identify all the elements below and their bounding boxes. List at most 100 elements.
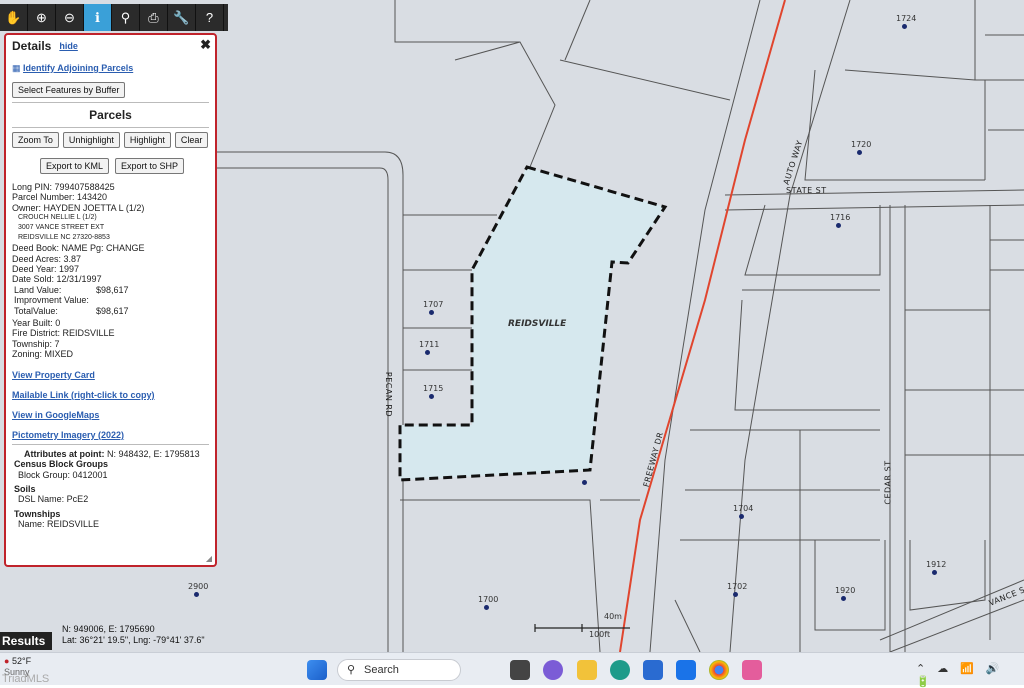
chat-icon[interactable] (543, 660, 563, 680)
parcel-marker[interactable] (902, 24, 907, 29)
parcel-number: Parcel Number: 143420 (12, 192, 108, 203)
pictometry-link[interactable]: Pictometry Imagery (2022) (12, 430, 209, 440)
taskbar: ● 52°F Sunny TriadMLS ⚲ Search ⌃☁📶🔊🔋 (0, 652, 1024, 688)
chrome-icon[interactable] (709, 660, 729, 680)
unhighlight-button[interactable]: Unhighlight (62, 132, 120, 148)
parcel-number: 1720 (851, 140, 872, 149)
total-value-label: TotalValue: (14, 305, 58, 316)
taskbar-search-label: Search (364, 664, 399, 676)
owner-address-1: 3007 VANCE STREET EXT (18, 224, 105, 232)
land-value-label: Land Value: (14, 284, 62, 295)
attributes-label: Attributes at point: (24, 448, 105, 459)
print-icon[interactable]: ⎙ (140, 4, 168, 31)
township-name: Name: REIDSVILLE (18, 519, 100, 530)
parcel-label-reidsville: REIDSVILLE (508, 319, 567, 329)
zoom-to-button[interactable]: Zoom To (12, 132, 59, 148)
search-icon[interactable]: ⚲ (112, 4, 140, 31)
year-built: Year Built: 0 (12, 318, 61, 329)
northing-easting: N: 949006, E: 1795690 (62, 624, 155, 634)
wrench-icon[interactable]: 🔧 (168, 4, 196, 31)
date-sold: Date Sold: 12/31/1997 (12, 274, 102, 285)
windows-start-icon[interactable] (307, 660, 327, 680)
parcel-marker[interactable] (932, 570, 937, 575)
weather-temp: 52°F (11, 656, 32, 666)
watermark: TriadMLS (2, 673, 50, 685)
parcel-number: 1711 (419, 340, 440, 349)
parcel-number: 1920 (835, 586, 856, 595)
parcel-number: 1700 (478, 595, 499, 604)
details-panel: Details hide ✖ ▦ Identify Adjoining Parc… (4, 33, 217, 567)
owner-2: CROUCH NELLIE L (1/2) (18, 214, 97, 222)
parcel-marker[interactable] (582, 480, 587, 485)
export-shp-button[interactable]: Export to SHP (115, 158, 185, 174)
zoom-out-icon[interactable]: ⊖ (56, 4, 84, 31)
scale-feet: 100ft (589, 630, 611, 639)
parcel-number: 1707 (423, 300, 444, 309)
google-maps-link[interactable]: View in GoogleMaps (12, 410, 209, 420)
pan-icon[interactable]: ✋ (0, 4, 28, 31)
parcel-marker[interactable] (429, 394, 434, 399)
deed-book: Deed Book: NAME Pg: CHANGE (12, 243, 145, 254)
parcel-number: 1702 (727, 582, 748, 591)
clear-button[interactable]: Clear (174, 132, 209, 148)
scale-meters: 40m (604, 612, 622, 621)
parcel-number: 1715 (423, 384, 444, 393)
street-label-state: STATE ST (786, 186, 827, 195)
map-toolbar: ✋ ⊕ ⊖ ℹ ⚲ ⎙ 🔧 ? (0, 4, 228, 31)
owner: Owner: HAYDEN JOETTA L (1/2) (12, 202, 145, 213)
snipping-tool-icon[interactable] (742, 660, 762, 680)
parcel-marker[interactable] (425, 350, 430, 355)
mail-icon[interactable] (676, 660, 696, 680)
parcel-marker[interactable] (733, 592, 738, 597)
street-label-cedar: CEDAR ST (883, 460, 893, 505)
help-icon[interactable]: ? (196, 4, 224, 31)
resize-handle-icon[interactable]: ◢ (206, 554, 212, 563)
system-tray[interactable]: ⌃☁📶🔊🔋 (916, 662, 1024, 688)
parcel-marker[interactable] (429, 310, 434, 315)
soils-heading: Soils (14, 483, 36, 494)
land-value: $98,617 (96, 284, 129, 295)
street-label-pecan: PECAN RD (384, 371, 394, 418)
parcel-marker[interactable] (739, 514, 744, 519)
task-view-icon[interactable] (510, 660, 530, 680)
total-value: $98,617 (96, 305, 129, 316)
zoning: Zoning: MIXED (12, 349, 74, 360)
results-tab[interactable]: Results (0, 632, 52, 650)
parcel-marker[interactable] (194, 592, 199, 597)
mailable-link[interactable]: Mailable Link (right-click to copy) (12, 390, 209, 400)
parcel-number: 1912 (926, 560, 947, 569)
long-pin: Long PIN: 799407588425 (12, 182, 115, 192)
coordinate-readout: N: 949006, E: 1795690 Lat: 36°21' 19.5",… (62, 624, 205, 646)
parcel-marker[interactable] (841, 596, 846, 601)
parcels-heading: Parcels (89, 108, 132, 122)
search-icon: ⚲ (347, 664, 356, 676)
highlight-button[interactable]: Highlight (123, 132, 171, 148)
info-icon[interactable]: ℹ (84, 4, 112, 31)
parcel-number: 1724 (896, 14, 917, 23)
township: Township: 7 (12, 338, 60, 349)
close-icon[interactable]: ✖ (200, 37, 211, 53)
hide-link[interactable]: hide (59, 41, 78, 51)
dsl-name: DSL Name: PcE2 (18, 494, 89, 505)
parcel-marker[interactable] (857, 150, 862, 155)
parcel-number: 1716 (830, 213, 851, 222)
file-explorer-icon[interactable] (577, 660, 597, 680)
lat-lng: Lat: 36°21' 19.5", Lng: -79°41' 37.6" (62, 635, 205, 645)
parcel-marker[interactable] (484, 605, 489, 610)
edge-icon[interactable] (610, 660, 630, 680)
deed-acres: Deed Acres: 3.87 (12, 253, 82, 264)
select-buffer-button[interactable]: Select Features by Buffer (12, 82, 126, 98)
weather-icon: ● (4, 656, 10, 666)
taskbar-search[interactable]: ⚲ Search (337, 659, 461, 681)
deed-year: Deed Year: 1997 (12, 264, 80, 275)
improvement-value-label: Improvment Value: (14, 295, 89, 306)
fire-district: Fire District: REIDSVILLE (12, 328, 115, 339)
zoom-in-icon[interactable]: ⊕ (28, 4, 56, 31)
identify-adjoining-link[interactable]: Identify Adjoining Parcels (23, 63, 133, 73)
parcel-marker[interactable] (836, 223, 841, 228)
view-property-card-link[interactable]: View Property Card (12, 370, 209, 380)
panel-title: Details (12, 39, 52, 53)
parcel-number: 2900 (188, 582, 209, 591)
store-icon[interactable] (643, 660, 663, 680)
export-kml-button[interactable]: Export to KML (40, 158, 110, 174)
